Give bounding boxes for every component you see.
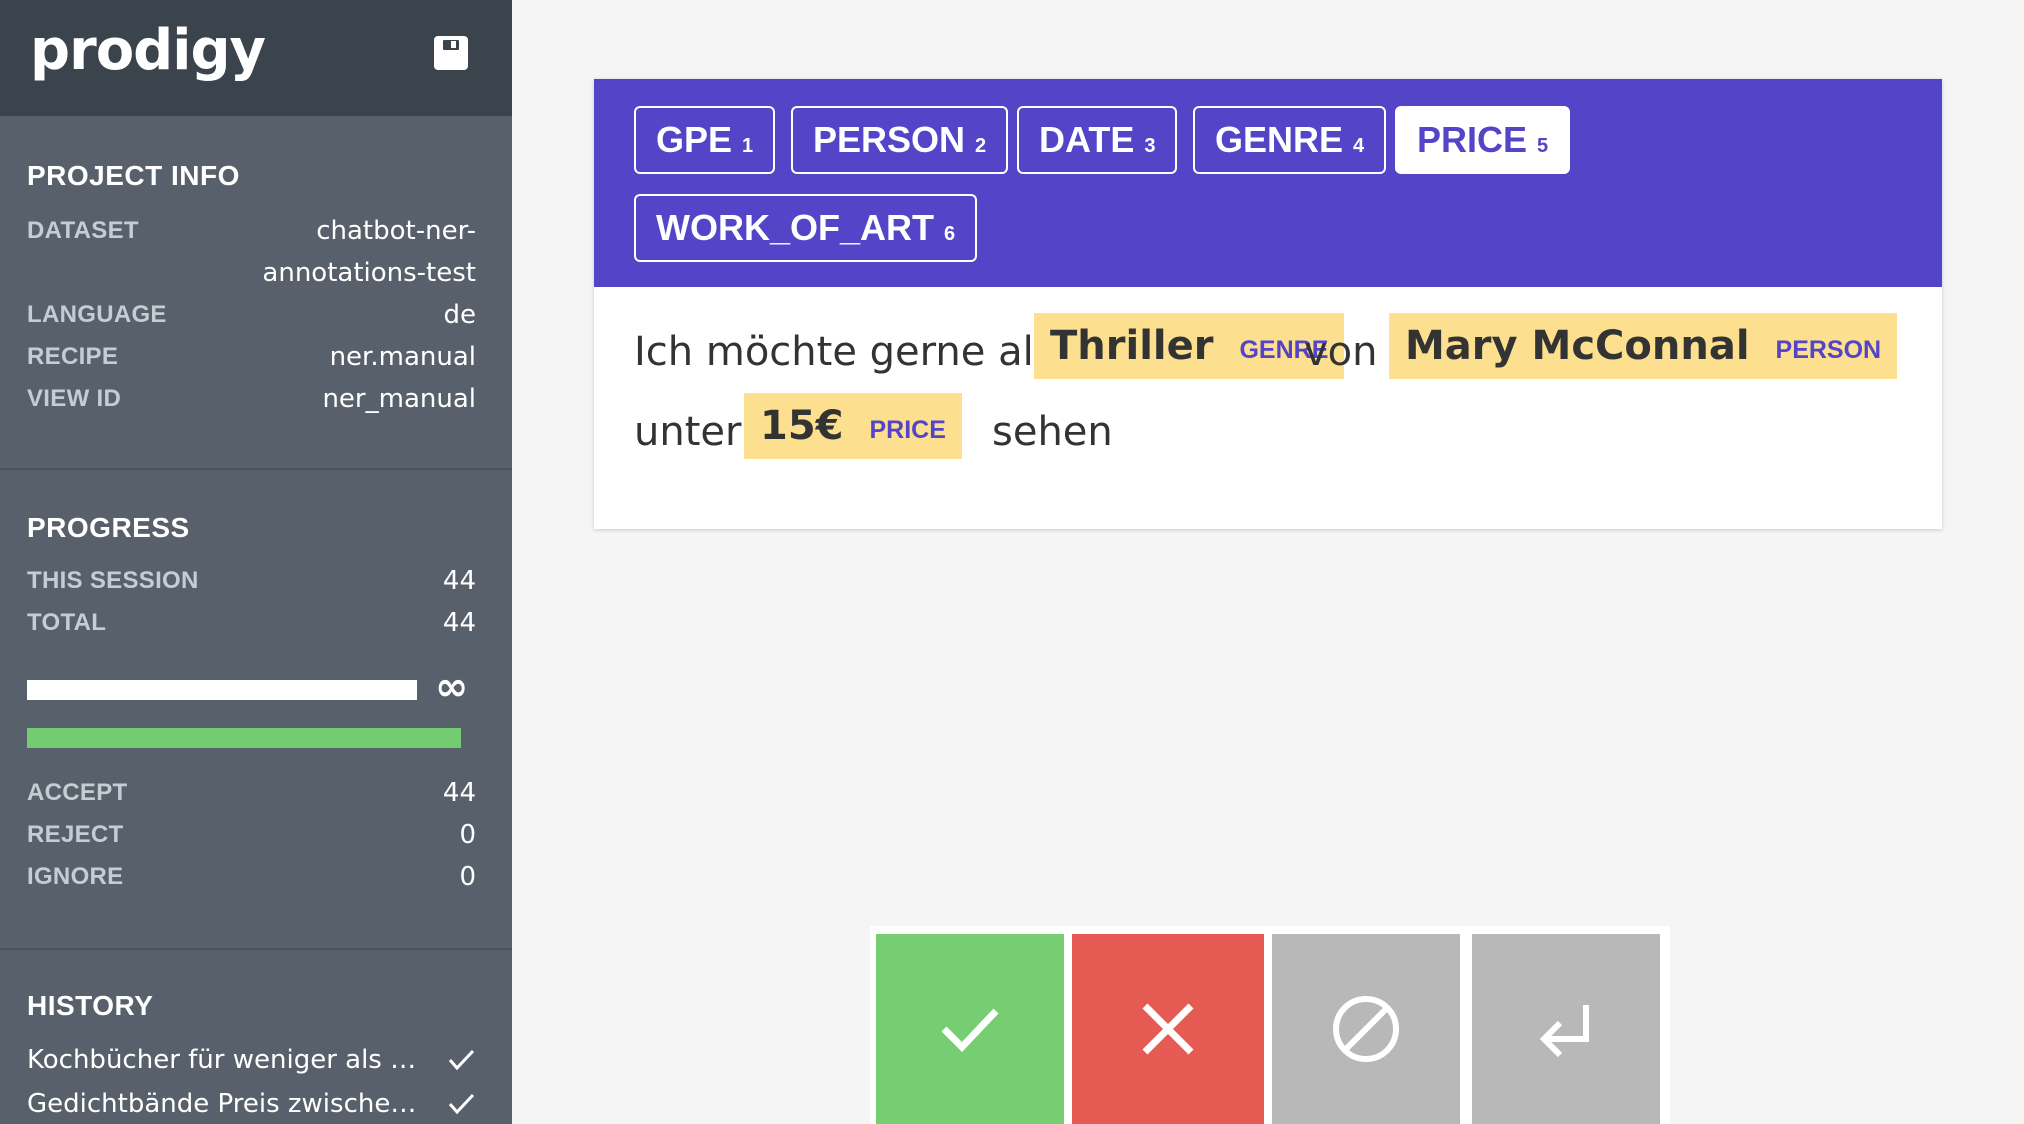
text-token[interactable]: unter: [634, 409, 741, 455]
project-info-section: PROJECT INFO DATASET chatbot-ner-annotat…: [0, 116, 512, 470]
label-key: 6: [944, 223, 956, 245]
sidebar-header: prodigy: [0, 0, 512, 116]
action-bar: [870, 926, 1670, 1124]
accept-button[interactable]: [876, 934, 1064, 1124]
entity-label: PERSON: [1775, 335, 1882, 364]
label-name: PRICE: [1417, 119, 1528, 160]
label-button-work-of-art[interactable]: WORK_OF_ART 6: [634, 194, 978, 262]
label-button-date[interactable]: DATE 3: [1017, 106, 1178, 174]
check-icon: [448, 1093, 475, 1115]
label-key: 2: [975, 135, 987, 157]
progress-section: PROGRESS THIS SESSION 44 TOTAL 44 ∞ ACCE…: [0, 470, 512, 950]
logo: prodigy: [30, 18, 266, 83]
infinity-icon: ∞: [435, 664, 469, 710]
this-session-label: THIS SESSION: [27, 567, 199, 594]
entity-span[interactable]: Thriller GENRE: [1034, 313, 1345, 379]
label-key: 5: [1537, 135, 1549, 157]
progress-title: PROGRESS: [27, 512, 190, 543]
label-name: GPE: [656, 119, 733, 160]
history-item[interactable]: Gedichtbände Preis zwischen f...: [27, 1082, 476, 1124]
progress-bar-wrap: ∞: [27, 664, 476, 710]
history-section: HISTORY Kochbücher für weniger als 40€ G…: [0, 950, 512, 1124]
undo-button[interactable]: [1472, 934, 1660, 1124]
accept-ratio-bar: [27, 728, 461, 748]
project-info-title: PROJECT INFO: [27, 160, 240, 191]
progress-bar: [27, 680, 417, 700]
dataset-row: DATASET chatbot-ner-annotations-test: [27, 210, 476, 294]
entity-span[interactable]: Mary McConnal PERSON: [1389, 313, 1898, 379]
label-button-gpe[interactable]: GPE 1: [634, 106, 776, 174]
sidebar: prodigy PROJECT INFO DATASET chatbot-ner…: [0, 0, 512, 1124]
label-name: PERSON: [813, 119, 966, 160]
entity-text: 15€: [760, 403, 844, 449]
dataset-value: chatbot-ner-annotations-test: [262, 216, 476, 288]
ban-icon: [1333, 996, 1399, 1062]
language-value: de: [443, 300, 477, 330]
recipe-label: RECIPE: [27, 343, 119, 370]
entity-text: Thriller: [1050, 323, 1214, 369]
text-token[interactable]: sehen: [992, 409, 1113, 455]
label-name: WORK_OF_ART: [656, 207, 934, 248]
accept-row: ACCEPT 44: [27, 772, 476, 814]
text-token[interactable]: Ich möchte gerne alle: [634, 329, 1069, 375]
label-key: 3: [1144, 135, 1156, 157]
recipe-value: ner.manual: [329, 342, 476, 372]
cross-icon: [1142, 1003, 1194, 1055]
accept-value: 44: [442, 778, 476, 808]
recipe-row: RECIPE ner.manual: [27, 336, 476, 378]
ignore-row: IGNORE 0: [27, 856, 476, 898]
view-id-row: VIEW ID ner_manual: [27, 378, 476, 420]
this-session-value: 44: [442, 566, 476, 596]
this-session-row: THIS SESSION 44: [27, 560, 476, 602]
view-id-value: ner_manual: [322, 384, 476, 414]
label-name: DATE: [1039, 119, 1135, 160]
label-button-genre[interactable]: GENRE 4: [1193, 106, 1387, 174]
check-icon: [941, 1008, 999, 1053]
ignore-value: 0: [459, 862, 476, 892]
view-id-label: VIEW ID: [27, 385, 122, 412]
total-label: TOTAL: [27, 609, 107, 636]
label-button-person[interactable]: PERSON 2: [791, 106, 1009, 174]
total-value: 44: [442, 608, 476, 638]
save-icon[interactable]: [434, 36, 468, 70]
label-key: 4: [1353, 135, 1365, 157]
dataset-label: DATASET: [27, 217, 139, 244]
entity-text: Mary McConnal: [1405, 323, 1750, 369]
accept-label: ACCEPT: [27, 779, 128, 806]
annotation-card: GPE 1 PERSON 2 DATE 3 GENRE 4 PRICE 5 WORK_OF…: [594, 79, 1942, 529]
reject-button[interactable]: [1072, 934, 1264, 1124]
reject-row: REJECT 0: [27, 814, 476, 856]
history-item-text: Gedichtbände Preis zwischen f...: [27, 1089, 427, 1119]
label-name: GENRE: [1215, 119, 1344, 160]
text-token[interactable]: von: [1304, 329, 1378, 375]
history-item-text: Kochbücher für weniger als 40€: [27, 1045, 427, 1075]
label-key: 1: [742, 135, 754, 157]
check-icon: [448, 1049, 475, 1071]
history-item[interactable]: Kochbücher für weniger als 40€: [27, 1038, 476, 1082]
language-label: LANGUAGE: [27, 301, 167, 328]
language-row: LANGUAGE de: [27, 294, 476, 336]
ignore-button[interactable]: [1272, 934, 1460, 1124]
entity-span[interactable]: 15€ PRICE: [744, 393, 962, 459]
undo-icon: [1539, 1005, 1589, 1058]
label-button-price[interactable]: PRICE 5: [1395, 106, 1571, 174]
label-bar: GPE 1 PERSON 2 DATE 3 GENRE 4 PRICE 5 WORK_OF…: [594, 79, 1942, 287]
ignore-label: IGNORE: [27, 863, 124, 890]
history-title: HISTORY: [27, 990, 154, 1021]
total-row: TOTAL 44: [27, 602, 476, 644]
reject-value: 0: [459, 820, 476, 850]
reject-label: REJECT: [27, 821, 124, 848]
entity-label: PRICE: [869, 415, 946, 444]
